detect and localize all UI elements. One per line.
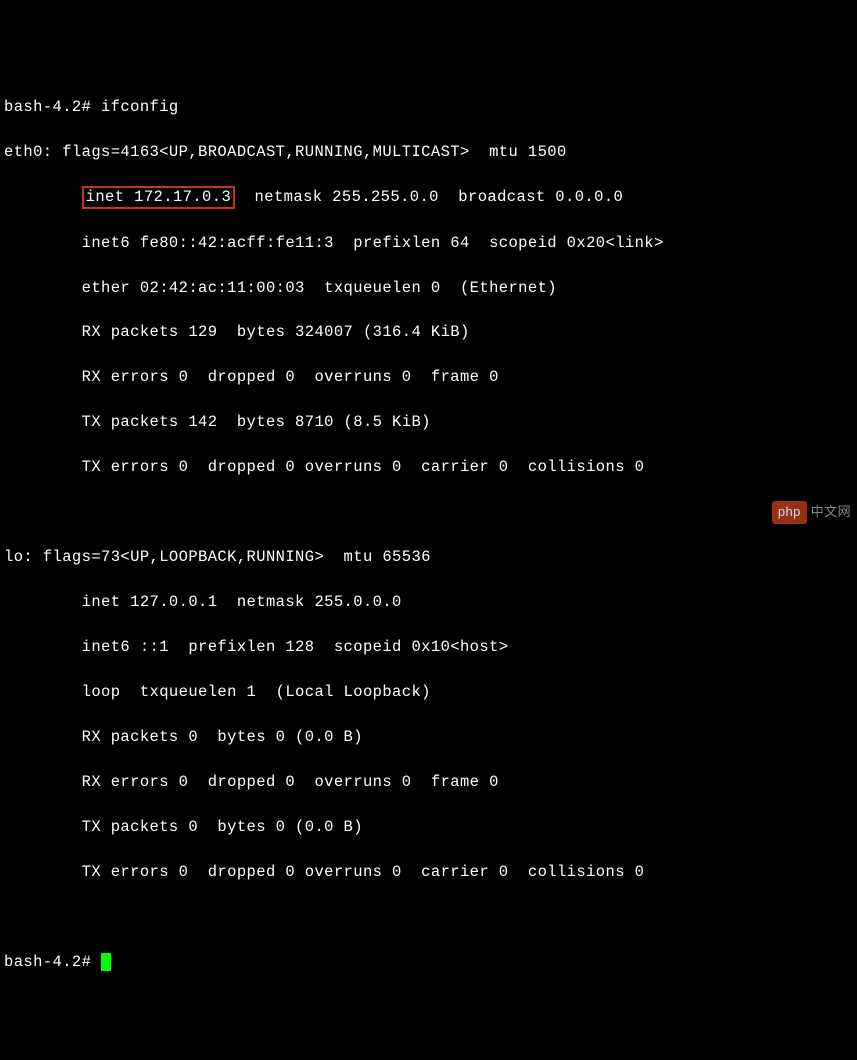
- prompt-line[interactable]: bash-4.2# ifconfig: [4, 96, 853, 118]
- inet-rest: netmask 255.255.0.0 broadcast 0.0.0.0: [235, 188, 623, 206]
- eth0-ether: ether 02:42:ac:11:00:03 txqueuelen 0 (Et…: [4, 277, 853, 299]
- eth0-tx-errors: TX errors 0 dropped 0 overruns 0 carrier…: [4, 456, 853, 478]
- lo-loop: loop txqueuelen 1 (Local Loopback): [4, 681, 853, 703]
- eth0-inet-line: inet 172.17.0.3 netmask 255.255.0.0 broa…: [4, 186, 853, 209]
- lo-header: lo: flags=73<UP,LOOPBACK,RUNNING> mtu 65…: [4, 546, 853, 568]
- blank-line: [4, 501, 853, 523]
- shell-prompt: bash-4.2#: [4, 98, 101, 116]
- inet-highlight: inet 172.17.0.3: [82, 186, 236, 209]
- eth0-rx-packets: RX packets 129 bytes 324007 (316.4 KiB): [4, 321, 853, 343]
- cursor: [101, 953, 111, 971]
- shell-prompt-2: bash-4.2#: [4, 953, 101, 971]
- blank-line-2: [4, 906, 853, 928]
- lo-inet6: inet6 ::1 prefixlen 128 scopeid 0x10<hos…: [4, 636, 853, 658]
- lo-tx-packets: TX packets 0 bytes 0 (0.0 B): [4, 816, 853, 838]
- lo-rx-errors: RX errors 0 dropped 0 overruns 0 frame 0: [4, 771, 853, 793]
- eth0-rx-errors: RX errors 0 dropped 0 overruns 0 frame 0: [4, 366, 853, 388]
- lo-inet: inet 127.0.0.1 netmask 255.0.0.0: [4, 591, 853, 613]
- eth0-header: eth0: flags=4163<UP,BROADCAST,RUNNING,MU…: [4, 141, 853, 163]
- watermark-badge: php: [772, 501, 807, 524]
- prompt-line-2[interactable]: bash-4.2#: [4, 951, 853, 973]
- watermark-text: 中文网: [811, 503, 851, 522]
- eth0-inet6: inet6 fe80::42:acff:fe11:3 prefixlen 64 …: [4, 232, 853, 254]
- eth0-tx-packets: TX packets 142 bytes 8710 (8.5 KiB): [4, 411, 853, 433]
- lo-rx-packets: RX packets 0 bytes 0 (0.0 B): [4, 726, 853, 748]
- watermark: php 中文网: [772, 501, 851, 524]
- command-text: ifconfig: [101, 98, 179, 116]
- lo-tx-errors: TX errors 0 dropped 0 overruns 0 carrier…: [4, 861, 853, 883]
